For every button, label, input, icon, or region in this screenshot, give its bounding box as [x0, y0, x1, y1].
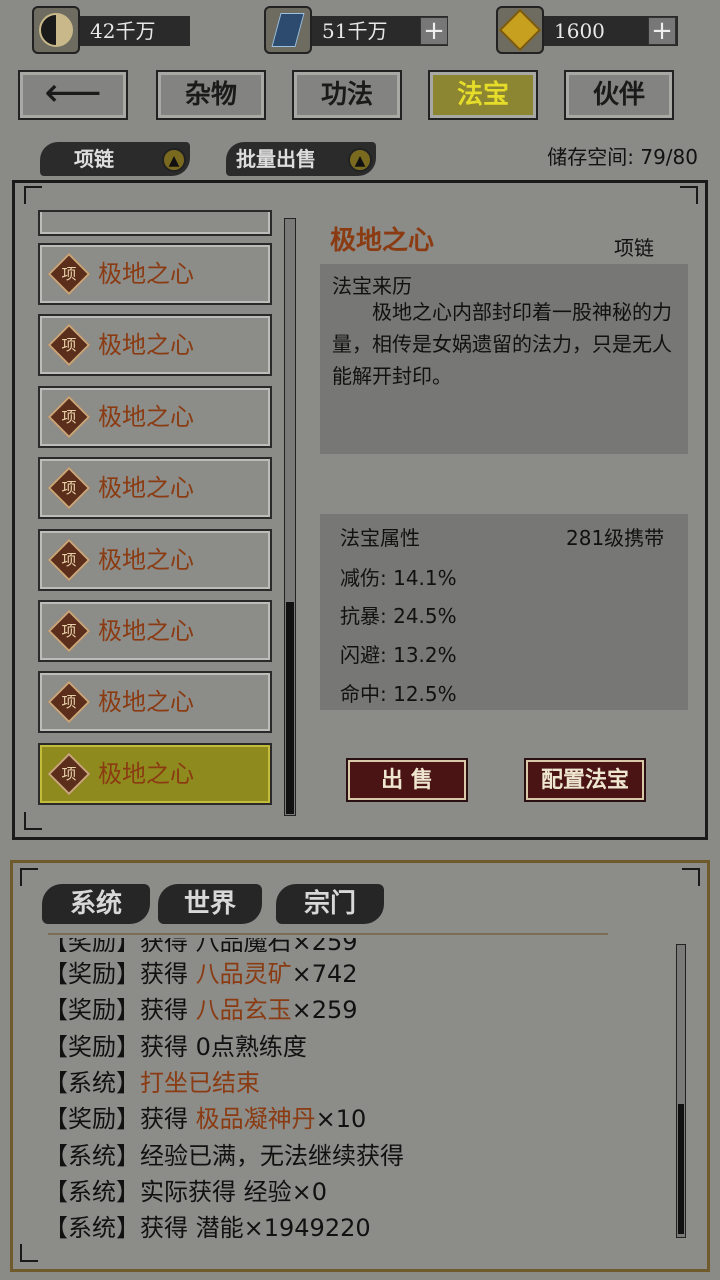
badge-label: 项 [61, 693, 77, 711]
back-arrow-icon: ⟵ [44, 70, 102, 116]
history-title: 法宝来历 [332, 274, 412, 298]
chat-log-tag: 【奖励】 [44, 1105, 140, 1133]
chat-log-partial-line-clip: 【奖励】获得 八品魔石×259 [44, 938, 644, 952]
treasure-name: 极地之心 [330, 226, 435, 256]
chat-corner-ornament [20, 1244, 38, 1262]
history-text: 极地之心内部封印着一股神秘的力量，相传是女娲遗留的法力，只是无人能解开封印。 [332, 300, 672, 388]
stat-damage-reduction: 减伤: 14.1% [340, 566, 457, 590]
equip-treasure-button[interactable]: 配置法宝 [524, 758, 646, 802]
chat-log-text: 实际获得 经验×0 [140, 1178, 328, 1206]
bulk-sell-up-icon[interactable]: ▲ [348, 148, 372, 172]
chat-scroll-thumb[interactable] [678, 1104, 684, 1234]
chat-log-text: 获得 [140, 960, 196, 988]
treasure-list-item-name: 极地之心 [98, 688, 194, 716]
treasure-list-item-name: 极地之心 [98, 331, 194, 359]
blue-crystal-icon [264, 6, 312, 54]
chat-log-tag: 【系统】 [44, 1178, 140, 1206]
chat-log-text: 经验已满，无法继续获得 [140, 1142, 404, 1170]
treasure-type: 项链 [614, 236, 654, 260]
chat-log-suffix: ×10 [315, 1105, 367, 1133]
stat-crit-resist: 抗暴: 24.5% [340, 604, 457, 628]
spirit-coin-amount: 42千万 [80, 16, 190, 46]
badge-label: 项 [61, 408, 77, 426]
chat-log-text: 获得 [140, 1105, 196, 1133]
chat-log-highlight: 极品凝神丹 [195, 1105, 316, 1133]
sell-button[interactable]: 出 售 [346, 758, 468, 802]
category-filter-label: 项链 [74, 147, 114, 171]
chat-log-highlight: 打坐已结束 [140, 1069, 260, 1097]
chat-log-tag: 【奖励】 [44, 1033, 140, 1061]
chat-log-line: 【奖励】获得 极品凝神丹×10 [44, 1099, 366, 1134]
panel-corner-ornament [24, 186, 42, 204]
treasure-list-item[interactable]: 项 极地之心 [38, 671, 272, 733]
chat-log-highlight: 八品玄玉 [195, 996, 292, 1024]
treasure-list-item-name: 极地之心 [98, 760, 194, 788]
treasure-list-item[interactable]: 项 极地之心 [38, 743, 272, 805]
chat-log-line: 【系统】获得 潜能×1949220 [44, 1208, 371, 1243]
chat-log-text: 获得 潜能×1949220 [140, 1214, 371, 1242]
chat-log-highlight: 八品灵矿 [195, 960, 292, 988]
chat-log-line: 【系统】打坐已结束 [44, 1063, 260, 1098]
treasure-list-item[interactable]: 项 极地之心 [38, 600, 272, 662]
treasure-list-item-name: 极地之心 [98, 260, 194, 288]
chat-log-suffix: ×742 [291, 960, 358, 988]
badge-label: 项 [61, 765, 77, 783]
chat-corner-ornament [20, 868, 38, 886]
stat-dodge: 闪避: 13.2% [340, 643, 457, 667]
treasure-list-item[interactable]: 项 极地之心 [38, 243, 272, 305]
chat-tab-system[interactable]: 系统 [42, 884, 150, 924]
add-gold-button[interactable]: + [648, 17, 676, 45]
chat-log-tag: 【奖励】 [44, 996, 140, 1024]
chat-log-line: 【奖励】获得 八品玄玉×259 [44, 990, 358, 1025]
treasure-list-item-name: 极地之心 [98, 403, 194, 431]
treasure-list-item-name: 极地之心 [98, 617, 194, 645]
tab-techniques[interactable]: 功法 [292, 70, 402, 120]
chat-tab-sect[interactable]: 宗门 [276, 884, 384, 924]
chat-log-line: 【系统】实际获得 经验×0 [44, 1172, 327, 1207]
chat-log-suffix: ×259 [291, 996, 358, 1024]
chat-log-line: 【奖励】获得 0点熟练度 [44, 1027, 307, 1062]
add-crystal-button[interactable]: + [420, 17, 448, 45]
chat-corner-ornament [682, 868, 700, 886]
chat-log-tag: 【系统】 [44, 1069, 140, 1097]
badge-label: 项 [61, 336, 77, 354]
chat-log-tag: 【系统】 [44, 1214, 140, 1242]
tab-treasures[interactable]: 法宝 [428, 70, 538, 120]
bulk-sell-label: 批量出售 [236, 147, 316, 171]
panel-corner-ornament [24, 812, 42, 830]
level-requirement: 281级携带 [566, 526, 665, 550]
treasure-list-item[interactable]: 项 极地之心 [38, 529, 272, 591]
treasure-list-item[interactable]: 项 极地之心 [38, 386, 272, 448]
treasure-list-item-name: 极地之心 [98, 474, 194, 502]
chat-log-tag: 【系统】 [44, 1142, 140, 1170]
chat-log-tag: 【奖励】 [44, 960, 140, 988]
gold-ingot-icon [496, 6, 544, 54]
sort-up-icon[interactable]: ▲ [162, 148, 186, 172]
storage-capacity: 储存空间: 79/80 [547, 145, 698, 169]
stat-accuracy: 命中: 12.5% [340, 682, 457, 706]
item-list-scroll-thumb[interactable] [286, 602, 294, 814]
badge-label: 项 [61, 622, 77, 640]
treasure-list-item-name: 极地之心 [98, 546, 194, 574]
tab-misc[interactable]: 杂物 [156, 70, 266, 120]
list-item-partial[interactable] [38, 210, 272, 236]
chat-log-line: 【系统】经验已满，无法继续获得 [44, 1136, 404, 1171]
chat-log-partial-line: 【奖励】获得 八品魔石×259 [44, 938, 358, 952]
tab-companions[interactable]: 伙伴 [564, 70, 674, 120]
treasure-list-item[interactable]: 项 极地之心 [38, 314, 272, 376]
panel-corner-ornament [680, 186, 698, 204]
chat-tab-world[interactable]: 世界 [158, 884, 262, 924]
badge-label: 项 [61, 265, 77, 283]
treasure-list-item[interactable]: 项 极地之心 [38, 457, 272, 519]
back-button[interactable]: ⟵ [18, 70, 128, 120]
chat-log-text: 获得 [140, 996, 196, 1024]
chat-log-text: 获得 0点熟练度 [140, 1033, 307, 1061]
chat-divider [48, 933, 608, 935]
yin-yang-coin-icon [32, 6, 80, 54]
chat-log-line: 【奖励】获得 八品灵矿×742 [44, 954, 358, 989]
badge-label: 项 [61, 479, 77, 497]
badge-label: 项 [61, 551, 77, 569]
attributes-title: 法宝属性 [340, 526, 420, 550]
